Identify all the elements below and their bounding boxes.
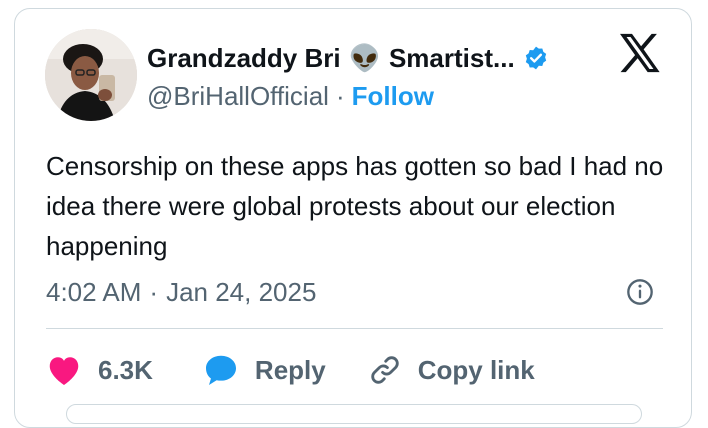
author-display-name[interactable]: Grandzaddy Bri — [147, 43, 341, 74]
follow-button[interactable]: Follow — [352, 81, 434, 112]
separator-dot: · — [335, 80, 345, 111]
read-more-button[interactable] — [66, 404, 642, 424]
copy-link-button[interactable]: Copy link — [368, 353, 535, 387]
tweet-text: Censorship on these apps has gotten so b… — [46, 151, 664, 261]
reply-label: Reply — [254, 354, 326, 385]
tweet-actions: 6.3K Reply Copy link — [46, 350, 535, 390]
x-logo-icon[interactable] — [618, 33, 662, 73]
reply-button[interactable]: Reply — [203, 352, 326, 388]
tweet-date[interactable]: Jan 24, 2025 — [166, 277, 316, 308]
like-button[interactable]: 6.3K — [46, 353, 153, 387]
heart-icon — [49, 357, 79, 385]
info-icon[interactable] — [626, 278, 654, 306]
link-icon — [371, 356, 399, 384]
author-handle[interactable]: @BriHallOfficial — [147, 81, 329, 112]
tweet-time[interactable]: 4:02 AM — [46, 277, 141, 308]
divider — [46, 328, 663, 329]
speech-bubble-icon — [205, 355, 236, 385]
verified-badge-icon — [523, 45, 549, 71]
separator-dot: · — [149, 276, 159, 307]
author-name-row[interactable]: Grandzaddy Bri 👽 Smartist... — [147, 40, 549, 76]
author-avatar[interactable] — [45, 29, 137, 121]
tweet-timestamp[interactable]: 4:02 AM · Jan 24, 2025 — [46, 276, 316, 308]
avatar-photo — [45, 29, 137, 121]
alien-emoji: 👽 — [348, 42, 381, 73]
like-count: 6.3K — [98, 354, 153, 385]
author-name-suffix[interactable]: Smartist... — [389, 43, 515, 74]
copy-link-label: Copy link — [417, 354, 535, 385]
author-handle-row: @BriHallOfficial · Follow — [147, 80, 434, 112]
